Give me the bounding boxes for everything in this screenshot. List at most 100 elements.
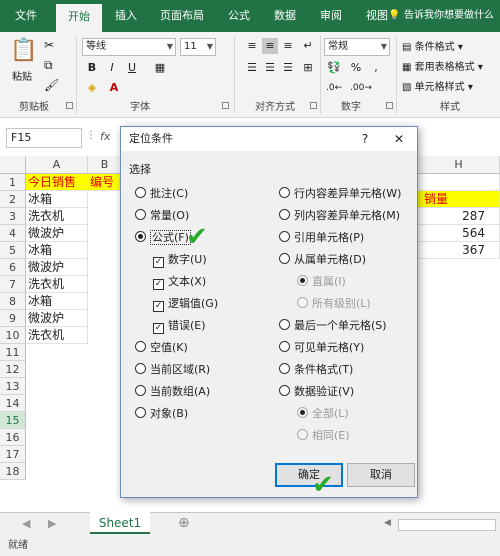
copy-icon[interactable]: ⧉ (44, 58, 53, 73)
cell-styles-button[interactable]: ▧ 单元格样式 ▾ (402, 78, 473, 93)
top-align-icon[interactable]: ≡ (244, 38, 260, 54)
row-header[interactable]: 17 (0, 446, 26, 463)
radio-option[interactable]: 常量(O) (135, 207, 189, 225)
row-header[interactable]: 18 (0, 463, 26, 480)
radio-option[interactable]: 可见单元格(Y) (279, 339, 364, 357)
bold-button[interactable]: B (84, 60, 100, 76)
wrap-text-icon[interactable]: ↵ (300, 38, 316, 54)
italic-button[interactable]: I (104, 60, 120, 76)
middle-align-icon[interactable]: ≡ (262, 38, 278, 54)
tab-formulas[interactable]: 公式 (218, 0, 260, 32)
close-button[interactable]: ✕ (387, 127, 411, 151)
cell[interactable]: 564 (418, 225, 500, 242)
number-format-select[interactable]: 常规 ▼ (324, 38, 390, 56)
cell[interactable]: 微波炉 (26, 225, 88, 242)
radio-option[interactable]: 当前区域(R) (135, 361, 210, 379)
radio-option[interactable]: 条件格式(T) (279, 361, 353, 379)
cell[interactable]: 冰箱 (26, 191, 88, 208)
font-size-select[interactable]: 11 ▼ (180, 38, 216, 56)
cell[interactable]: 冰箱 (26, 242, 88, 259)
column-header-A[interactable]: A (26, 156, 88, 174)
percent-button[interactable]: % (348, 60, 364, 76)
select-all-corner[interactable] (0, 156, 26, 174)
row-header[interactable]: 2 (0, 191, 26, 208)
tab-insert[interactable]: 插入 (106, 0, 146, 32)
bottom-align-icon[interactable]: ≡ (280, 38, 296, 54)
tab-home[interactable]: 开始 (56, 4, 102, 32)
row-header[interactable]: 14 (0, 395, 26, 412)
conditional-format-button[interactable]: ▤ 条件格式 ▾ (402, 38, 463, 53)
row-header[interactable]: 11 (0, 344, 26, 361)
format-as-table-button[interactable]: ▦ 套用表格格式 ▾ (402, 58, 483, 73)
border-icon[interactable]: ▦ (152, 60, 168, 76)
decrease-decimal-icon[interactable]: .00→ (350, 80, 372, 96)
fx-button[interactable]: fx (100, 130, 110, 143)
cell[interactable]: 洗衣机 (26, 327, 88, 344)
sheet-tab-sheet1[interactable]: Sheet1 (90, 512, 150, 534)
font-launcher-icon[interactable] (222, 102, 229, 109)
cell[interactable]: 洗衣机 (26, 276, 88, 293)
align-center-icon[interactable]: ☰ (262, 60, 278, 76)
radio-option[interactable]: 对象(B) (135, 405, 188, 423)
tab-review[interactable]: 审阅 (310, 0, 352, 32)
alignment-launcher-icon[interactable] (310, 102, 317, 109)
add-sheet-icon[interactable]: ⊕ (178, 515, 190, 531)
checkbox-option[interactable]: ✓ 数字(U) (153, 251, 207, 269)
column-header-H[interactable]: H (418, 156, 500, 174)
radio-option[interactable]: 数据验证(V) (279, 383, 354, 401)
tab-data[interactable]: 数据 (264, 0, 306, 32)
underline-button[interactable]: U (124, 60, 140, 76)
font-color-icon[interactable]: A (106, 80, 122, 96)
row-header[interactable]: 7 (0, 276, 26, 293)
radio-option[interactable]: 最后一个单元格(S) (279, 317, 387, 335)
tab-page-layout[interactable]: 页面布局 (150, 0, 214, 32)
tab-file[interactable]: 文件 (4, 0, 48, 32)
comma-button[interactable]: , (368, 60, 384, 76)
cell[interactable] (418, 174, 500, 191)
radio-option[interactable]: 引用单元格(P) (279, 229, 364, 247)
row-header[interactable]: 1 (0, 174, 26, 191)
h-scroll-left-icon[interactable]: ◀ (384, 518, 391, 528)
row-header[interactable]: 6 (0, 259, 26, 276)
cell[interactable]: 微波炉 (26, 310, 88, 327)
row-header[interactable]: 4 (0, 225, 26, 242)
radio-option[interactable]: 行内容差异单元格(W) (279, 185, 401, 203)
align-left-icon[interactable]: ☰ (244, 60, 260, 76)
cell[interactable]: 287 (418, 208, 500, 225)
radio-option[interactable]: 相同(E) (297, 427, 350, 445)
radio-option[interactable]: 从属单元格(D) (279, 251, 366, 269)
radio-option[interactable]: 批注(C) (135, 185, 188, 203)
font-name-select[interactable]: 等线 ▼ (82, 38, 176, 56)
accounting-format-icon[interactable]: 💱 (326, 60, 342, 76)
checkbox-option[interactable]: ✓ 文本(X) (153, 273, 206, 291)
cell[interactable]: 367 (418, 242, 500, 259)
horizontal-scrollbar[interactable] (398, 519, 496, 531)
radio-option[interactable]: 公式(F) (135, 229, 191, 247)
name-box-menu-icon[interactable]: ⋮ (86, 130, 96, 141)
radio-option[interactable]: 直属(I) (297, 273, 346, 291)
cell[interactable]: 编号 (88, 174, 122, 191)
cut-icon[interactable]: ✂ (44, 38, 54, 52)
cell[interactable]: 洗衣机 (26, 208, 88, 225)
cell[interactable]: 销量 (418, 191, 500, 208)
number-launcher-icon[interactable] (386, 102, 393, 109)
radio-option[interactable]: 列内容差异单元格(M) (279, 207, 400, 225)
fill-color-icon[interactable]: ◈ (84, 80, 100, 96)
row-header[interactable]: 8 (0, 293, 26, 310)
cell[interactable]: 今日销售 (26, 174, 88, 191)
align-right-icon[interactable]: ☰ (280, 60, 296, 76)
clipboard-launcher-icon[interactable] (66, 102, 73, 109)
row-header[interactable]: 15 (0, 412, 26, 429)
row-header[interactable]: 13 (0, 378, 26, 395)
checkbox-option[interactable]: ✓ 逻辑值(G) (153, 295, 218, 313)
radio-option[interactable]: 全部(L) (297, 405, 349, 423)
scroll-right-icon[interactable]: ▶ (48, 517, 56, 530)
row-header[interactable]: 9 (0, 310, 26, 327)
radio-option[interactable]: 空值(K) (135, 339, 188, 357)
column-header-B[interactable]: B (88, 156, 122, 174)
checkbox-option[interactable]: ✓ 错误(E) (153, 317, 206, 335)
row-header[interactable]: 16 (0, 429, 26, 446)
row-header[interactable]: 12 (0, 361, 26, 378)
cell[interactable]: 冰箱 (26, 293, 88, 310)
radio-option[interactable]: 所有级别(L) (297, 295, 371, 313)
